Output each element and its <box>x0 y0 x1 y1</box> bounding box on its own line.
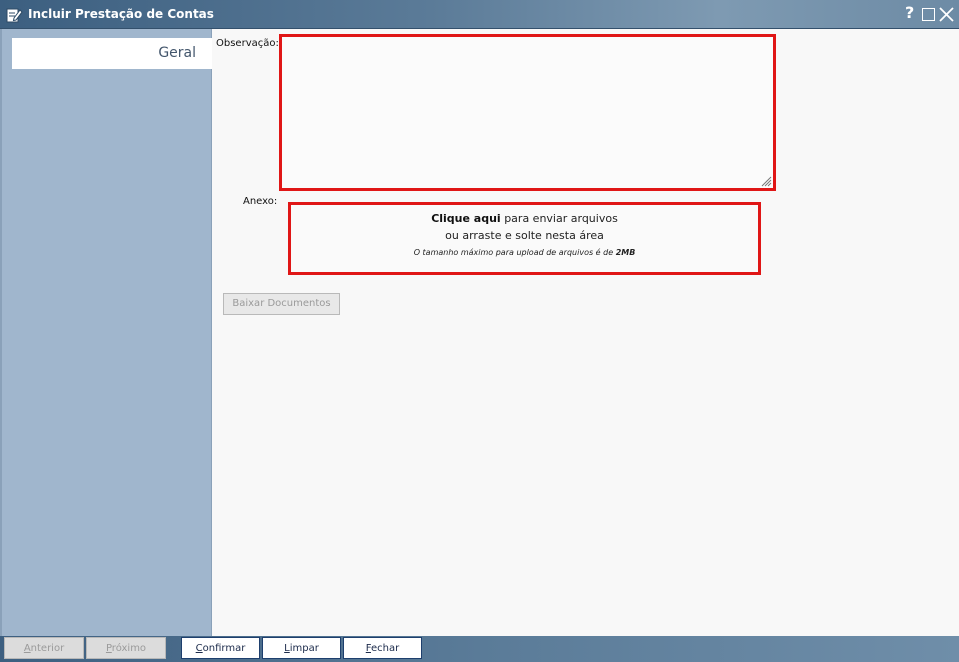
anexo-label: Anexo: <box>243 196 278 207</box>
upload-instruction-rest: para enviar arquivos <box>500 212 618 225</box>
next-button[interactable]: Próximo <box>86 637 166 659</box>
previous-button[interactable]: Anterior <box>4 637 84 659</box>
close-icon[interactable] <box>939 7 954 22</box>
footer-bar: Anterior Próximo Confirmar Limpar Fechar <box>0 636 959 662</box>
upload-size-limit: O tamanho máximo para upload de arquivos… <box>291 248 758 257</box>
sidebar: Geral <box>0 29 214 636</box>
upload-drag-text: ou arraste e solte nesta área <box>445 229 604 242</box>
upload-click-link[interactable]: Clique aqui <box>431 212 501 225</box>
observacao-label: Observação: <box>216 38 279 49</box>
resize-grip-icon[interactable] <box>760 175 772 187</box>
confirm-button[interactable]: Confirmar <box>181 637 260 659</box>
next-label: róximo <box>111 643 147 654</box>
close-button[interactable]: Fechar <box>343 637 422 659</box>
observacao-field-wrapper <box>279 34 776 191</box>
title-bar: Incluir Prestação de Contas ? <box>0 0 959 29</box>
window-title: Incluir Prestação de Contas <box>28 7 214 21</box>
sidebar-item-label: Geral <box>158 45 196 61</box>
confirm-label: onfirmar <box>202 643 246 654</box>
observacao-textarea[interactable] <box>282 37 773 188</box>
upload-limit-prefix: O tamanho máximo para upload de arquivos… <box>413 248 616 257</box>
download-documents-button[interactable]: Baixar Documentos <box>223 293 340 315</box>
close-label: echar <box>370 643 400 654</box>
clear-label: impar <box>289 643 319 654</box>
previous-label: nterior <box>30 643 65 654</box>
upload-instruction: Clique aqui para enviar arquivos <box>291 212 758 225</box>
sidebar-item-geral[interactable]: Geral <box>12 38 214 69</box>
maximize-icon[interactable] <box>922 8 935 21</box>
confirm-hotkey: C <box>195 643 203 654</box>
edit-note-icon <box>6 8 23 23</box>
clear-button[interactable]: Limpar <box>262 637 341 659</box>
help-icon[interactable]: ? <box>905 4 914 24</box>
previous-hotkey: A <box>23 643 31 654</box>
upload-limit-value: 2MB <box>615 248 636 257</box>
file-upload-dropzone[interactable]: Clique aqui para enviar arquivos ou arra… <box>288 202 761 275</box>
